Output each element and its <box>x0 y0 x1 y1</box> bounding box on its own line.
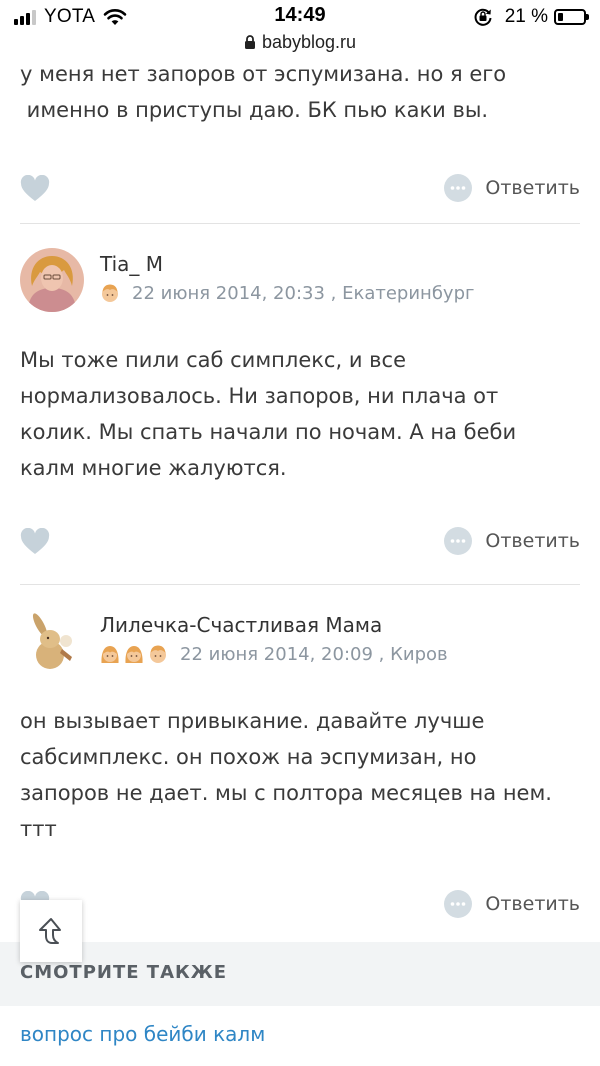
comment-actions: Ответить <box>20 169 580 209</box>
see-also-title: СМОТРИТЕ ТАКЖЕ <box>20 962 228 983</box>
scroll-to-top-button[interactable] <box>20 900 82 962</box>
avatar-image <box>20 609 84 673</box>
rotation-lock-icon <box>474 8 492 26</box>
reply-button[interactable]: Ответить <box>443 173 580 203</box>
comment-actions: Ответить <box>20 885 580 925</box>
comments-list: у меня нет запоров от эспумизана. но я е… <box>0 56 600 925</box>
avatar[interactable] <box>20 248 84 312</box>
reply-label: Ответить <box>485 177 580 199</box>
comment: Лилечка-Счастливая Мама 22 июня 2014, 20… <box>0 585 600 925</box>
battery-percent: 21 % <box>504 6 548 27</box>
address-bar[interactable]: babyblog.ru <box>0 32 600 56</box>
comment: у меня нет запоров от эспумизана. но я е… <box>0 56 600 209</box>
comment-text-line: именно в приступы даю. БК пью каки вы. <box>20 98 489 122</box>
see-also-section: СМОТРИТЕ ТАКЖЕ <box>0 942 600 1006</box>
comment-text-line: у меня нет запоров от эспумизана. но я е… <box>20 62 507 86</box>
like-heart-icon[interactable] <box>20 528 50 556</box>
reply-label: Ответить <box>485 530 580 552</box>
battery-icon <box>554 9 589 25</box>
girl-icon <box>125 646 143 663</box>
comment-meta: 22 июня 2014, 20:33 , Екатеринбург <box>100 282 474 304</box>
comment-text-line: он вызывает привыкание. давайте лучше <box>20 709 485 733</box>
reply-button[interactable]: Ответить <box>443 526 580 556</box>
comment-text: у меня нет запоров от эспумизана. но я е… <box>0 56 600 128</box>
comment-bubble-icon <box>444 527 473 555</box>
comment-text-line: сабсимплекс. он похож на эспумизан, но <box>20 745 477 769</box>
author-name[interactable]: Tia_ M <box>100 252 163 276</box>
comment-author: Tia_ M 22 июня 2014, 20:33 , Екатеринбур… <box>0 224 600 312</box>
avatar-image <box>20 248 84 312</box>
comment-text-line: нормализовалось. Ни запоров, ни плача от <box>20 384 499 408</box>
like-heart-icon[interactable] <box>20 175 50 203</box>
comment-text-line: ттт <box>20 817 57 841</box>
see-also-link[interactable]: вопрос про бейби калм <box>20 1022 265 1046</box>
comment-text-line: калм многие жалуются. <box>20 456 287 480</box>
avatar[interactable] <box>20 609 84 673</box>
boy-icon <box>150 645 166 663</box>
padlock-icon <box>244 35 255 49</box>
reply-button[interactable]: Ответить <box>443 889 580 919</box>
comment-text-line: запоров не дает. мы с полтора месяцев на… <box>20 781 552 805</box>
arrow-up-icon <box>39 918 61 944</box>
comment-author: Лилечка-Счастливая Мама 22 июня 2014, 20… <box>0 585 600 673</box>
comment-date-location: 22 июня 2014, 20:33 , Екатеринбург <box>132 282 475 304</box>
author-name[interactable]: Лилечка-Счастливая Мама <box>100 613 382 637</box>
comment-bubble-icon <box>444 174 473 202</box>
boy-icon <box>102 284 118 302</box>
comment: Tia_ M 22 июня 2014, 20:33 , Екатеринбур… <box>0 224 600 562</box>
comment-date-location: 22 июня 2014, 20:09 , Киров <box>180 643 448 665</box>
reply-label: Ответить <box>485 893 580 915</box>
comment-bubble-icon <box>444 890 473 918</box>
comment-meta: 22 июня 2014, 20:09 , Киров <box>100 643 448 665</box>
comment-actions: Ответить <box>20 522 580 562</box>
comment-text: Мы тоже пили саб симплекс, и все нормали… <box>0 342 600 486</box>
status-bar: YOTA 14:49 21 % <box>0 0 600 34</box>
comment-text-line: колик. Мы спать начали по ночам. А на бе… <box>20 420 517 444</box>
comment-text: он вызывает привыкание. давайте лучше са… <box>0 703 600 847</box>
url-text: babyblog.ru <box>261 32 357 52</box>
girl-icon <box>101 646 119 663</box>
comment-text-line: Мы тоже пили саб симплекс, и все <box>20 348 406 372</box>
